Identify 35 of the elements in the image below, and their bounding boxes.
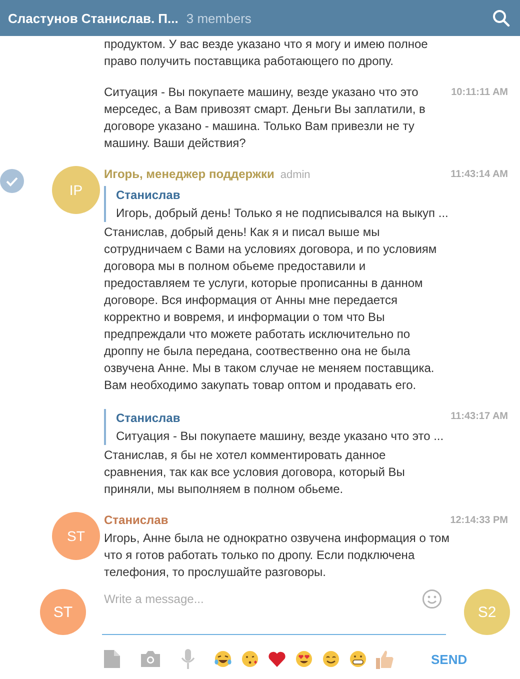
thumbs-up-icon[interactable]: [376, 650, 394, 668]
user-avatar: S2: [464, 589, 510, 635]
author-name: Станислав: [104, 513, 168, 527]
checkmark-icon[interactable]: [0, 169, 24, 193]
role-label: admin: [280, 169, 310, 181]
message-time: 10:11:11 AM: [451, 87, 508, 98]
message-time: 11:43:17 AM: [450, 411, 508, 422]
reply-author: Станислав: [116, 410, 182, 427]
kissing-face-icon[interactable]: [241, 650, 259, 668]
smiling-face-icon[interactable]: [322, 650, 340, 668]
message-time: 11:43:14 AM: [450, 169, 508, 180]
user-avatar: ST: [40, 589, 86, 635]
user-avatar: ST: [52, 512, 100, 560]
reply-quote[interactable]: Станислав Ситуация - Вы покупаете машину, везде указано что это ...: [104, 409, 446, 445]
message-text: Станислав, добрый день! Как я и писал выше мы сотрудничаем с Вами на условиях договора, и по условиям договора мы в полном обьеме предоставили и предоставляем те услуги, которые прописанны в данном договоре. Вся информация от Анны мне передается корректно и вовремя, и информации о том что Вы предпреждали что можете работать исключительно по дроппу не была передана, соотвественно она не была озвучена Анне. Мы в таком случае не меняем поставщика. Вам необходимо закупать товар оптом и продавать его.: [104, 224, 438, 394]
message-text: продуктом. У вас везде указано что я могу и имею полное право получить поставщика работающего по дропу.: [104, 36, 429, 70]
reply-text: Ситуация - Вы покупаете машину, везде указано что это ...: [116, 428, 444, 445]
chat-title: Сластунов Станислав. П...: [8, 10, 178, 26]
laughing-face-icon[interactable]: [214, 650, 232, 668]
author-name: Игорь, менеджер поддержки: [104, 167, 274, 181]
reply-quote[interactable]: Станислав Игорь, добрый день! Только я не подписывался на выкуп ...: [104, 186, 450, 222]
message-text: Ситуация - Вы покупаете машину, везде указано что это мерседес, а Вам привозят смарт. Деньги Вы заплатили, в договоре указано - машина. Только Вам привезли не ту машину. Ваши действия?: [104, 84, 426, 152]
reply-author: Станислав: [116, 187, 182, 204]
message-text: Станислав, я бы не хотел комментировать данное сравнения, так как все условия договора, который Вы приняли, мы выполняем в полном обьеме.: [104, 447, 406, 498]
grinning-face-icon[interactable]: [349, 650, 367, 668]
user-avatar: IP: [52, 166, 100, 214]
document-icon[interactable]: [104, 650, 120, 668]
heart-icon[interactable]: [268, 651, 286, 667]
message-text: Игорь, Анне была не однократно озвучена информация о том что я готов работать только по дропу. Если подключена телефония, то прослушайте разговоры.: [104, 530, 450, 581]
member-count: 3 members: [186, 10, 252, 26]
search-icon[interactable]: [492, 9, 510, 27]
heart-eyes-face-icon[interactable]: [295, 650, 313, 668]
camera-icon[interactable]: [141, 651, 160, 667]
message-time: 12:14:33 PM: [450, 515, 508, 526]
reply-text: Игорь, добрый день! Только я не подписывался на выкуп ...: [116, 205, 448, 222]
